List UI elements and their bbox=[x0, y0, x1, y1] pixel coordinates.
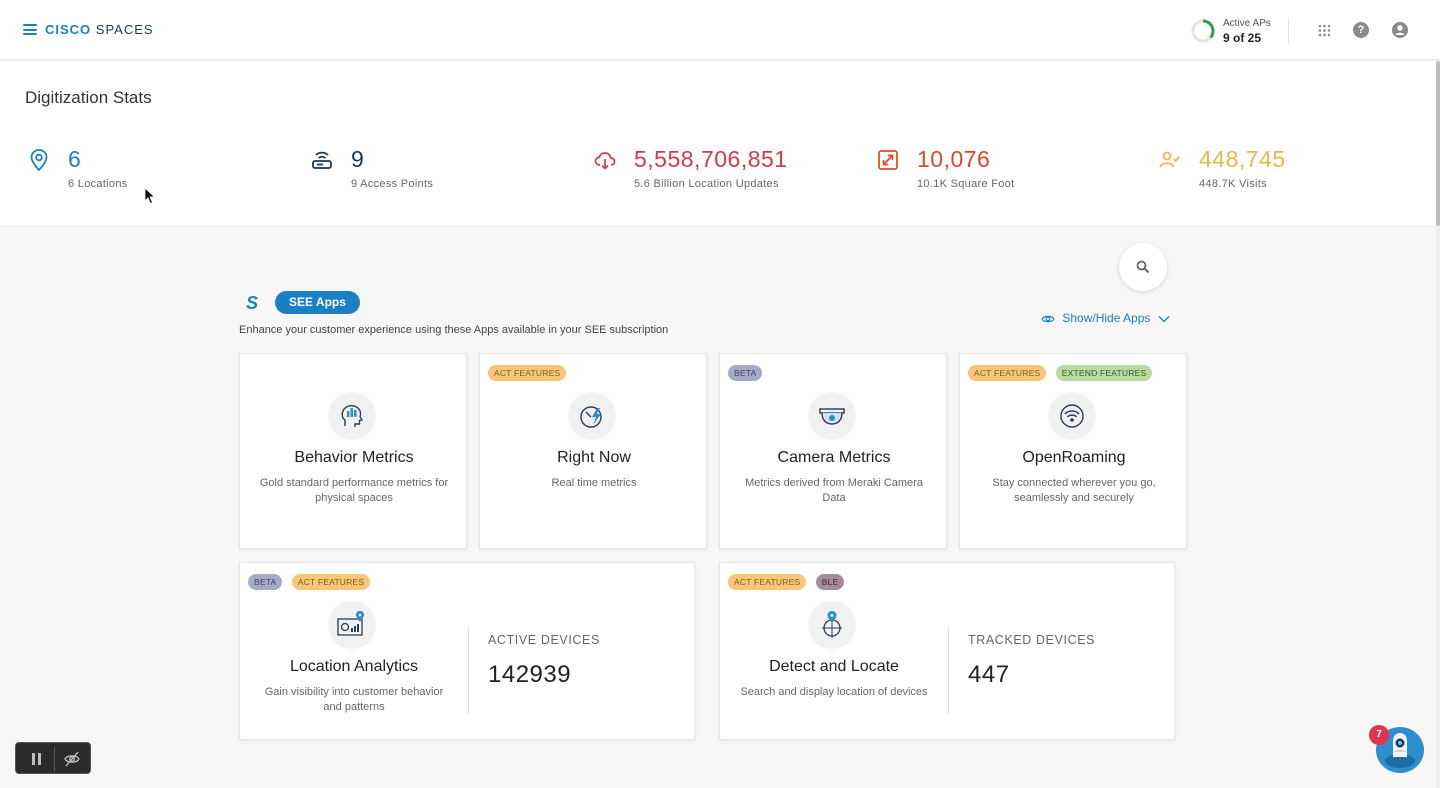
behavior-metrics-icon bbox=[328, 392, 376, 440]
stat-label: 10.1K Square Foot bbox=[917, 178, 1015, 190]
assistant-notification-badge: 7 bbox=[1369, 725, 1389, 745]
card-divider bbox=[468, 628, 469, 714]
openroaming-icon bbox=[1048, 392, 1096, 440]
app-name: Location Analytics bbox=[289, 658, 419, 675]
show-hide-apps-toggle[interactable]: Show/Hide Apps bbox=[1041, 311, 1170, 325]
beta-badge: BETA bbox=[248, 574, 283, 590]
app-name: Behavior Metrics bbox=[294, 449, 414, 466]
app-card-behavior-metrics[interactable]: Behavior Metrics Gold standard performan… bbox=[239, 353, 467, 549]
beta-badge: BETA bbox=[728, 365, 763, 381]
extend-features-badge: EXTEND FEATURES bbox=[1055, 365, 1153, 381]
stat-label: 6 Locations bbox=[68, 178, 128, 190]
active-aps-label: Active APs bbox=[1223, 18, 1271, 29]
act-features-badge: ACT FEATURES bbox=[968, 365, 1047, 381]
camera-metrics-icon bbox=[808, 392, 856, 440]
stat-value: 6 bbox=[68, 146, 82, 172]
pause-icon[interactable] bbox=[32, 753, 41, 765]
act-features-badge: ACT FEATURES bbox=[728, 574, 807, 590]
app-name: Camera Metrics bbox=[777, 449, 891, 466]
app-name: Detect and Locate bbox=[769, 658, 899, 675]
app-description: Gain visibility into customer behavior a… bbox=[264, 686, 444, 713]
stat-label: 448.7K Visits bbox=[1199, 178, 1267, 190]
access-point-icon bbox=[312, 151, 332, 169]
card-divider bbox=[948, 628, 949, 714]
app-name: Right Now bbox=[557, 449, 631, 466]
digitization-stats-panel: Digitization Stats 6 6 Locations 9 9 Acc… bbox=[0, 61, 1440, 227]
app-card-detect-and-locate[interactable]: ACT FEATURES BLE Detect and Locate Searc… bbox=[719, 562, 1175, 740]
cloud-download-icon bbox=[594, 152, 616, 170]
app-description: Search and display location of devices bbox=[740, 686, 928, 698]
act-features-badge: ACT FEATURES bbox=[291, 574, 371, 590]
active-aps-value: 9 of 25 bbox=[1223, 31, 1262, 45]
stat-value: 9 bbox=[351, 146, 365, 172]
see-apps-description: Enhance your customer experience using t… bbox=[239, 324, 669, 336]
mouse-cursor-icon bbox=[144, 187, 156, 205]
right-now-icon bbox=[568, 392, 616, 440]
player-divider bbox=[54, 747, 55, 771]
stat-value: 448,745 bbox=[1199, 146, 1286, 172]
metric-value: 447 bbox=[968, 661, 1010, 688]
metric-label: TRACKED DEVICES bbox=[968, 633, 1096, 647]
app-description: Gold standard performance metrics for ph… bbox=[259, 477, 449, 504]
app-card-right-now[interactable]: ACT FEATURES Right Now Real time metrics bbox=[479, 353, 707, 549]
app-card-openroaming[interactable]: ACT FEATURES EXTEND FEATURES OpenRoaming… bbox=[959, 353, 1187, 549]
expand-icon bbox=[878, 150, 898, 170]
app-description: Metrics derived from Meraki Camera Data bbox=[745, 477, 923, 504]
active-aps-ring bbox=[1191, 19, 1215, 43]
see-logo-icon: S bbox=[246, 293, 259, 313]
top-bar: CISCO SPACES Active APs 9 of 25 ? bbox=[0, 0, 1440, 60]
metric-value: 142939 bbox=[488, 661, 572, 688]
search-icon bbox=[1136, 260, 1150, 274]
app-card-location-analytics[interactable]: BETA ACT FEATURES Location Analytics Gai… bbox=[239, 562, 695, 740]
hide-eye-icon[interactable] bbox=[63, 750, 81, 768]
app-name: OpenRoaming bbox=[1022, 449, 1126, 466]
recording-controls bbox=[15, 742, 91, 774]
show-hide-apps-label: Show/Hide Apps bbox=[1062, 311, 1151, 325]
apps-grid-icon[interactable] bbox=[1318, 24, 1331, 37]
ble-badge: BLE bbox=[815, 574, 845, 590]
stat-label: 9 Access Points bbox=[351, 178, 434, 190]
scrollbar-thumb[interactable] bbox=[1436, 61, 1440, 226]
help-icon[interactable]: ? bbox=[1353, 22, 1369, 38]
act-features-badge: ACT FEATURES bbox=[488, 365, 567, 381]
location-pin-icon bbox=[30, 149, 48, 172]
stat-label: 5.6 Billion Location Updates bbox=[634, 178, 779, 190]
app-description: Stay connected wherever you go, seamless… bbox=[992, 477, 1156, 504]
eye-icon bbox=[1041, 315, 1055, 323]
metric-label: ACTIVE DEVICES bbox=[488, 633, 600, 647]
app-card-camera-metrics[interactable]: BETA Camera Metrics Metrics derived from… bbox=[719, 353, 947, 549]
visitor-icon bbox=[1159, 151, 1181, 168]
search-button[interactable] bbox=[1119, 243, 1167, 291]
see-apps-pill[interactable]: SEE Apps bbox=[275, 291, 360, 314]
location-analytics-icon bbox=[328, 601, 376, 649]
app-description: Real time metrics bbox=[551, 477, 637, 489]
stat-value: 5,558,706,851 bbox=[634, 146, 788, 172]
chevron-down-icon bbox=[1158, 315, 1170, 323]
user-icon[interactable] bbox=[1392, 22, 1408, 38]
stat-value: 10,076 bbox=[917, 146, 991, 172]
menu-icon[interactable] bbox=[23, 24, 37, 35]
page-title: Digitization Stats bbox=[25, 88, 152, 107]
header-divider bbox=[1288, 18, 1289, 44]
detect-and-locate-icon bbox=[808, 601, 856, 649]
brand-logo[interactable]: CISCO SPACES bbox=[45, 22, 154, 37]
